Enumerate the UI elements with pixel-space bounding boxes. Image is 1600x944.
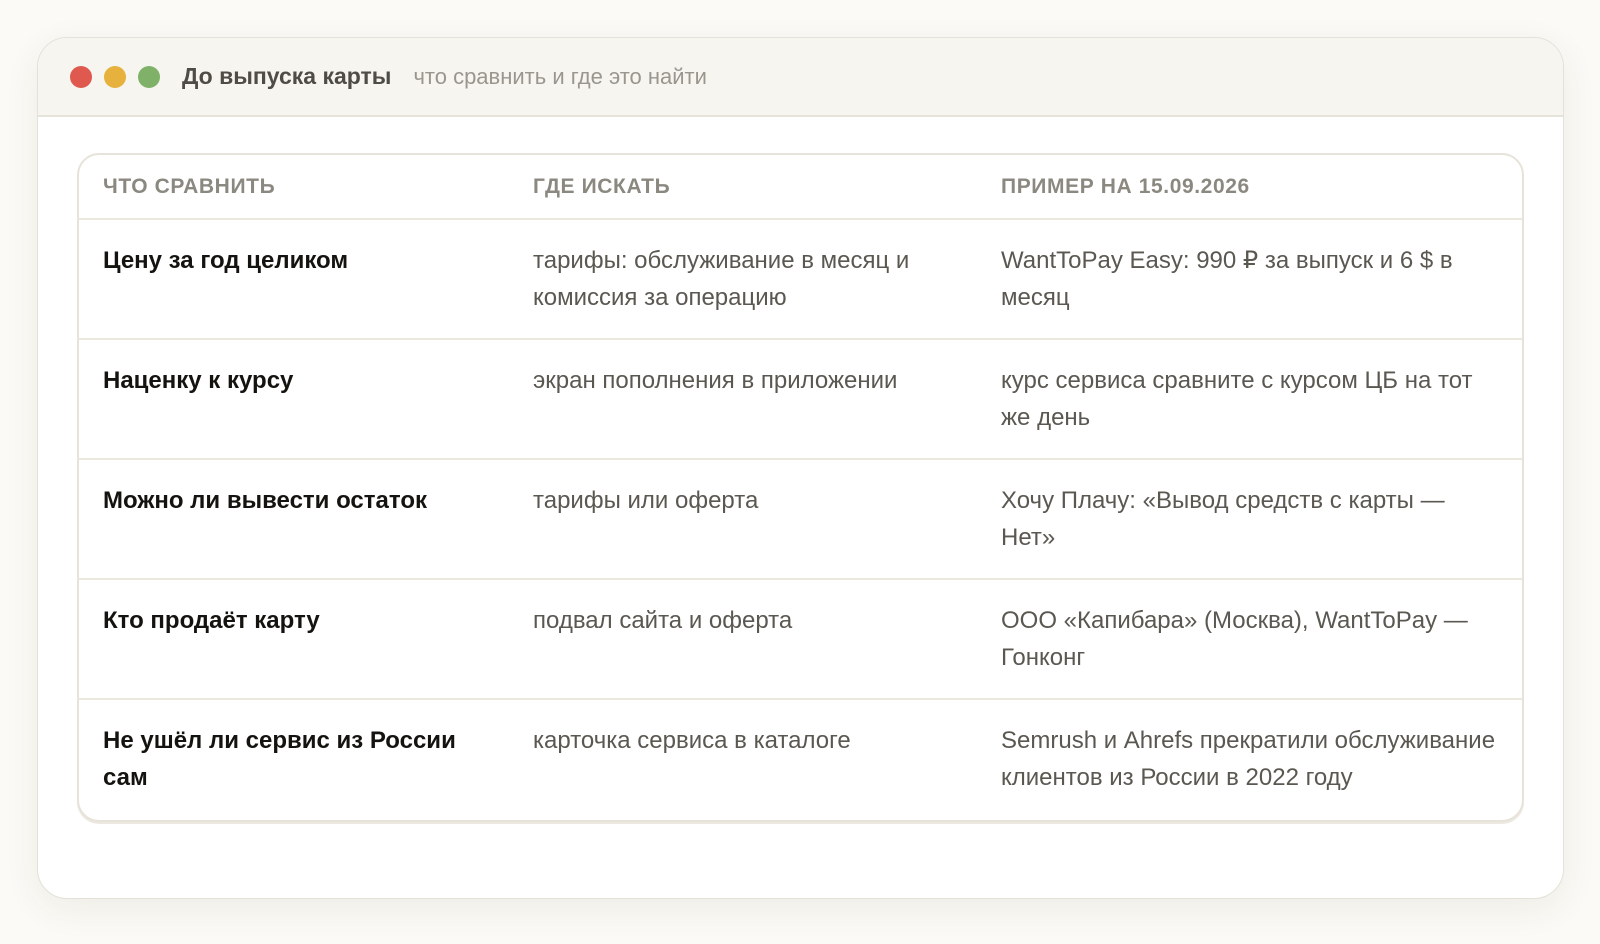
cell-what: Не ушёл ли сервис из России сам: [103, 727, 456, 791]
cell-where: подвал сайта и оферта: [509, 579, 977, 700]
cell-where: тарифы или оферта: [509, 459, 977, 580]
window-subtitle: что сравнить и где это найти: [413, 63, 707, 89]
table-row: Не ушёл ли сервис из России сам карточка…: [79, 699, 1522, 820]
cell-what: Наценку к курсу: [79, 339, 509, 460]
table-header-row: ЧТО СРАВНИТЬ ГДЕ ИСКАТЬ ПРИМЕР НА 15.09.…: [79, 155, 1522, 220]
cell-example: Semrush и Ahrefs прекратили обслуживание…: [1001, 727, 1496, 791]
cell-where: экран пополнения в приложении: [509, 339, 977, 460]
column-header-what: ЧТО СРАВНИТЬ: [79, 155, 509, 220]
title-bar: До выпуска карты что сравнить и где это …: [38, 38, 1563, 117]
cell-example: курс сервиса сравните с курсом ЦБ на тот…: [977, 339, 1522, 460]
window-title: До выпуска карты: [182, 63, 392, 89]
cell-where: тарифы: обслуживание в месяц и комиссия …: [509, 219, 977, 340]
cell-example: ООО «Капибара» (Москва), WantToPay — Гон…: [977, 579, 1522, 700]
table-row: Наценку к курсу экран пополнения в прило…: [79, 339, 1522, 460]
table-row: Кто продаёт карту подвал сайта и оферта …: [79, 579, 1522, 700]
cell-what: Цену за год целиком: [79, 219, 509, 340]
table-row: Можно ли вывести остаток тарифы или офер…: [79, 459, 1522, 580]
maximize-window-button[interactable]: [138, 65, 160, 88]
column-header-example: ПРИМЕР НА 15.09.2026: [977, 155, 1522, 220]
cell-what: Кто продаёт карту: [79, 579, 509, 700]
column-header-where: ГДЕ ИСКАТЬ: [509, 155, 977, 220]
cell-example: Хочу Плачу: «Вывод средств с карты — Нет…: [977, 459, 1522, 580]
close-window-button[interactable]: [70, 65, 92, 88]
minimize-window-button[interactable]: [104, 65, 126, 88]
app-window: До выпуска карты что сравнить и где это …: [37, 37, 1564, 899]
cell-what: Можно ли вывести остаток: [79, 459, 509, 580]
comparison-table-card: ЧТО СРАВНИТЬ ГДЕ ИСКАТЬ ПРИМЕР НА 15.09.…: [77, 153, 1524, 822]
cell-where: карточка сервиса в каталоге: [533, 727, 851, 754]
comparison-table: ЧТО СРАВНИТЬ ГДЕ ИСКАТЬ ПРИМЕР НА 15.09.…: [79, 155, 1522, 820]
cell-example: WantToPay Easy: 990 ₽ за выпуск и 6 $ в …: [977, 219, 1522, 340]
table-row: Цену за год целиком тарифы: обслуживание…: [79, 219, 1522, 340]
